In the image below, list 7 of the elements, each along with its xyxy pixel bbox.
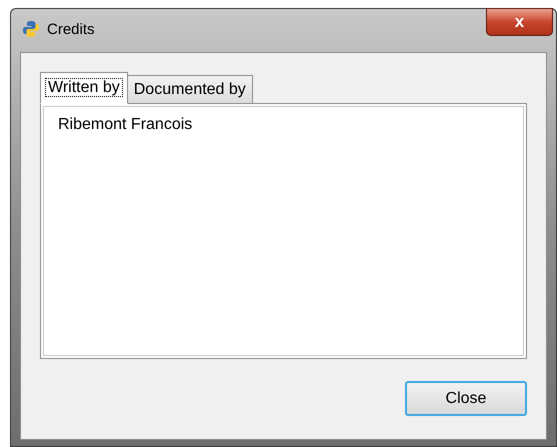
window-title: Credits [47, 20, 95, 40]
tab[interactable]: Documented by [128, 75, 253, 104]
tab[interactable]: Written by [40, 72, 128, 104]
close-window-button[interactable]: x [486, 8, 553, 36]
author-name: Ribemont Francois [58, 115, 194, 135]
python-logo-icon [22, 20, 40, 38]
close-button[interactable]: Close [405, 381, 527, 416]
